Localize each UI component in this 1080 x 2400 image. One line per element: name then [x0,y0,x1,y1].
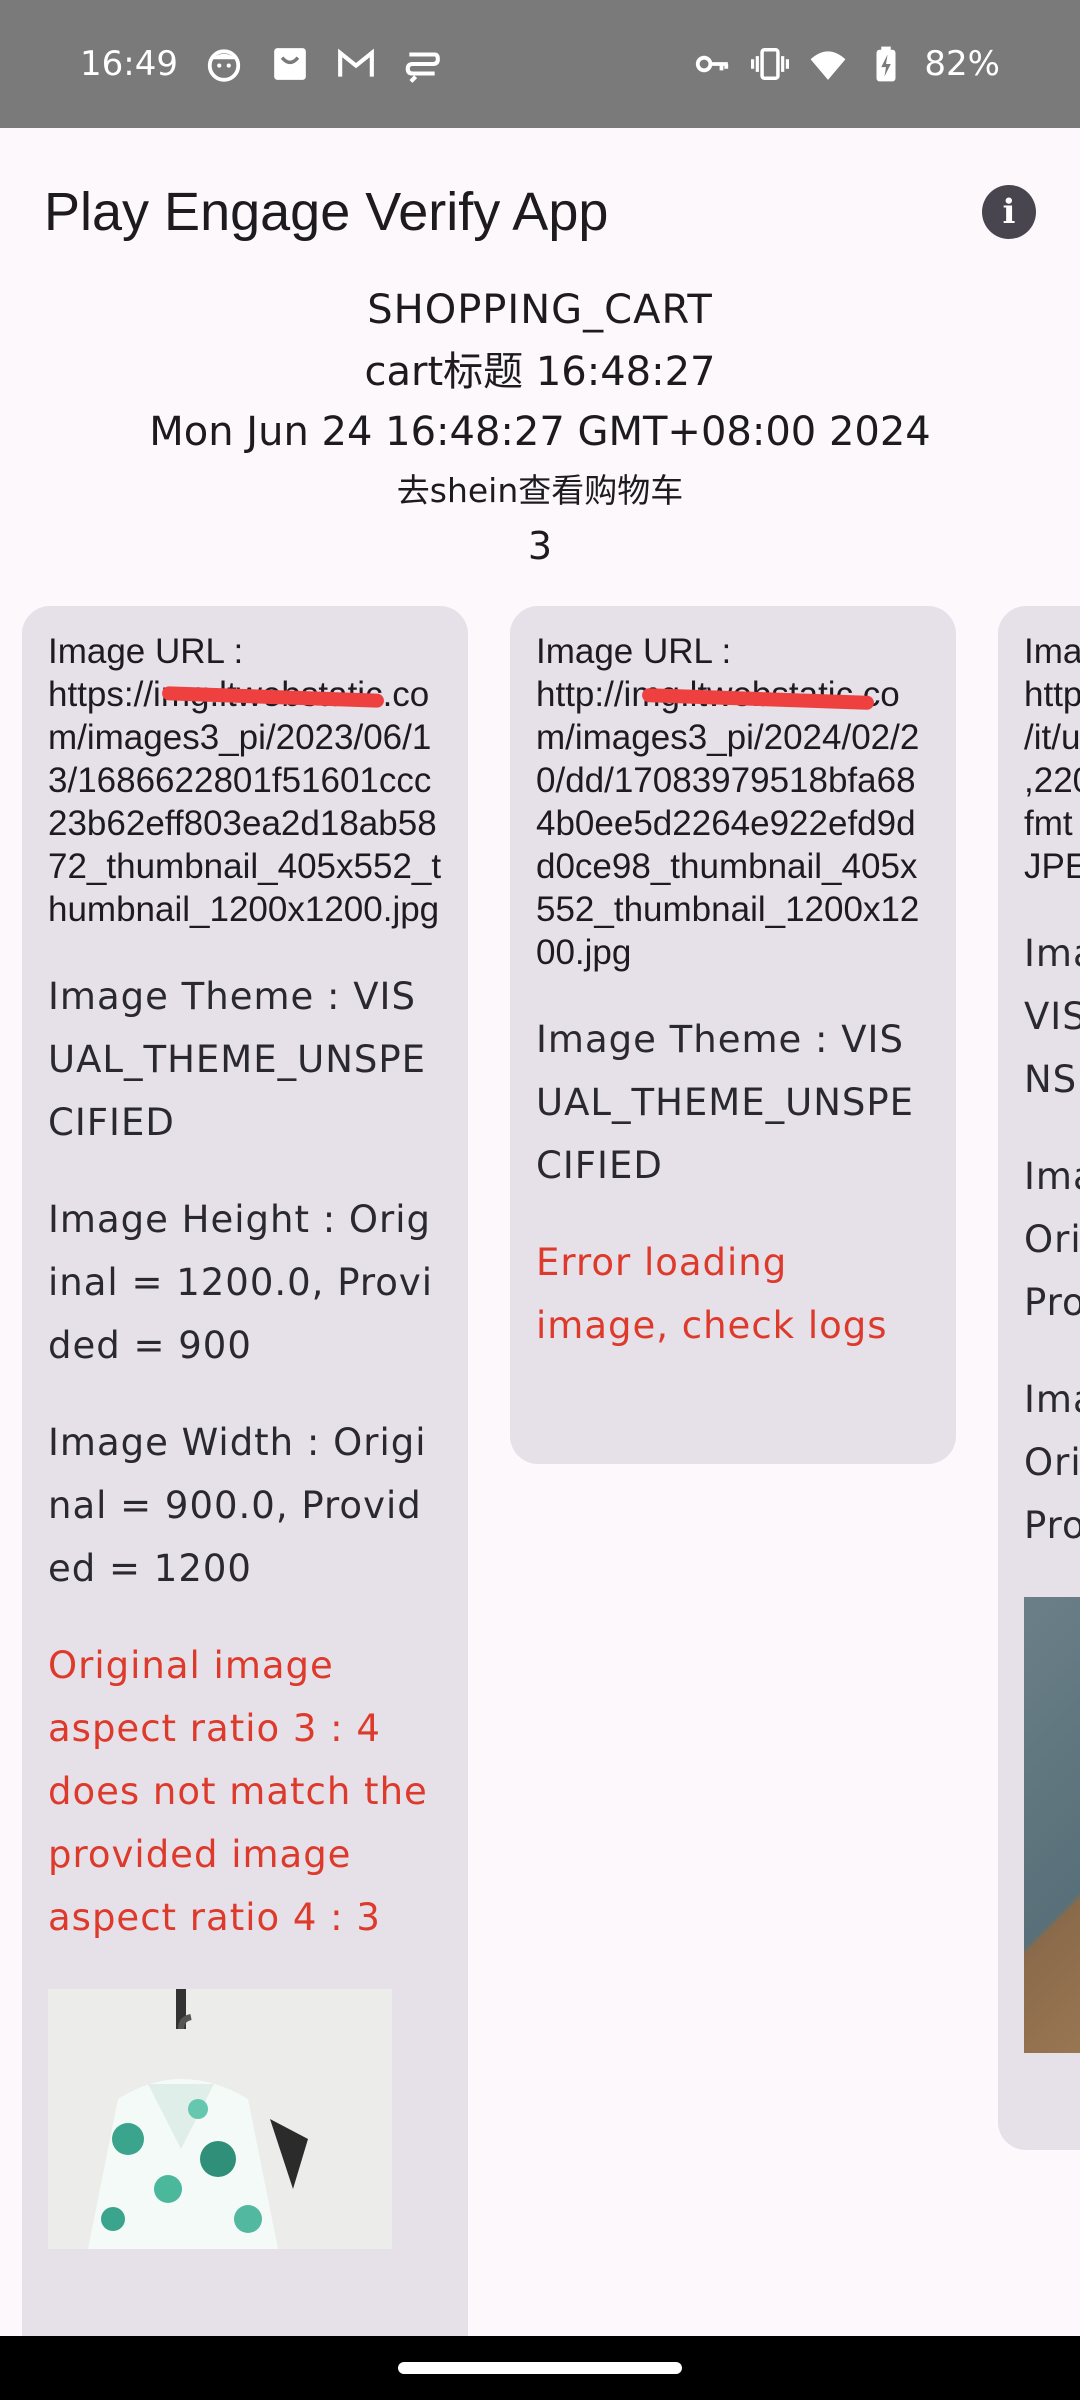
aspect-ratio-error: Original image aspect ratio 3 : 4 does n… [48,1644,428,1939]
wifi-icon [808,44,848,84]
app-title: Play Engage Verify App [44,182,609,242]
cart-action-text: 去shein查看购物车 [396,471,684,510]
image-theme: Image Theme : VISUAL_THEME_UNSPECIFIED [48,975,427,1144]
product-image [48,1989,392,2249]
image-height: Image Height : Original = 1200.0, Provid… [48,1198,434,1367]
gmail-icon [336,44,376,84]
cart-title: cart标题 16:48:27 [364,349,716,395]
image-url-label: Ima [1024,632,1080,671]
image-url-value: http://img.ltwebstatic.com/images3_pi/20… [536,675,920,972]
image-url-line: fmt [1024,804,1073,843]
cart-header: SHOPPING_CART cart标题 16:48:27 Mon Jun 24… [0,278,1080,572]
image-url-line: /it/u [1024,718,1080,757]
image-width: Image Width : Original = 900.0, Provided… [48,1421,427,1590]
image-height: Ima Ori Pro [1024,1145,1080,1334]
info-icon: i [1002,192,1016,232]
image-url-line: ,220 [1024,761,1080,800]
shopping-bag-notification-icon [270,44,310,84]
image-width: Ima Ori Pro [1024,1368,1080,1557]
image-url-label: Image URL : [536,632,732,671]
battery-charging-icon [866,44,906,84]
info-button[interactable]: i [982,185,1036,239]
product-image [1024,1597,1080,2053]
image-load-error: Error loading image, check logs [536,1241,888,1347]
image-cards-carousel[interactable]: Image URL : https://img.ltwebstatic.com/… [0,606,1080,2336]
messages-notification-icon [402,44,442,84]
status-bar: 16:49 82% [0,0,1080,128]
cart-item-count: 3 [527,524,553,568]
image-card: Image URL : http://img.ltwebstatic.com/i… [510,606,956,1464]
image-theme-line: VIS [1024,995,1080,1038]
image-theme: Image Theme : VISUAL_THEME_UNSPECIFIED [536,1018,915,1187]
image-theme-line: Ima [1024,932,1080,975]
cart-date: Mon Jun 24 16:48:27 GMT+08:00 2024 [149,409,931,455]
smiley-notification-icon [204,44,244,84]
image-url-value: https://img.ltwebstatic.com/images3_pi/2… [48,675,442,929]
vpn-key-icon [692,44,732,84]
image-height-line: Ima [1024,1155,1080,1198]
home-gesture-handle[interactable] [398,2362,682,2374]
image-card: Image URL : https://img.ltwebstatic.com/… [22,606,468,2336]
image-height-line: Pro [1024,1281,1080,1324]
status-time: 16:49 [80,44,178,84]
image-theme: Ima VIS NS [1024,922,1080,1111]
image-url-line: http [1024,675,1080,714]
cluster-type: SHOPPING_CART [367,287,713,333]
app-bar: Play Engage Verify App i [0,128,1080,296]
image-url-label: Image URL : [48,632,244,671]
image-height-line: Ori [1024,1218,1080,1261]
battery-percentage: 82% [924,44,1000,84]
image-width-line: Pro [1024,1504,1080,1547]
image-url-line: JPE [1024,847,1080,886]
vibrate-icon [750,44,790,84]
image-width-line: Ori [1024,1441,1080,1484]
image-card: Ima http /it/u ,220 fmt JPE Ima VIS NS I… [998,606,1080,2150]
navigation-bar [0,2336,1080,2400]
image-width-line: Ima [1024,1378,1080,1421]
image-theme-line: NS [1024,1058,1078,1101]
